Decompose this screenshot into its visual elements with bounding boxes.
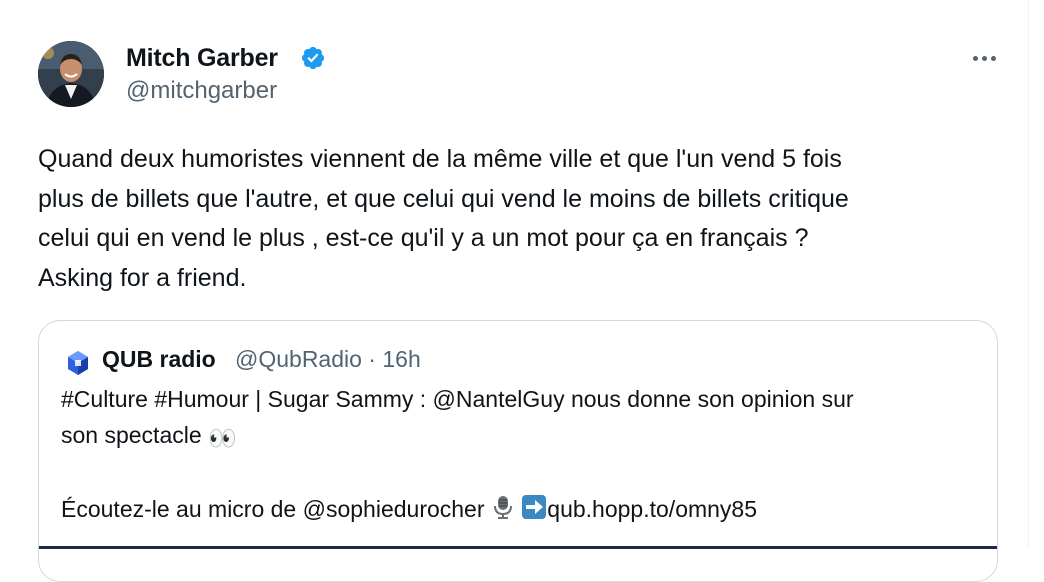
quote-text: #Culture #Humour | Sugar Sammy : @Nantel…: [61, 382, 981, 527]
right-arrow-icon: [522, 494, 547, 519]
author-avatar[interactable]: [38, 41, 104, 107]
qub-logo-icon: [64, 349, 92, 377]
more-dot: [972, 55, 978, 61]
quote-line-2: son spectacle: [61, 421, 209, 448]
more-dot: [990, 55, 996, 61]
verified-badge-icon: [301, 46, 325, 70]
eyes-emoji: 👀: [208, 424, 237, 451]
quote-handle-time[interactable]: @QubRadio · 16h: [235, 346, 421, 373]
more-dot: [981, 55, 987, 61]
quote-link[interactable]: qub.hopp.to/omny85: [547, 496, 757, 522]
tweet-card: Mitch Garber @mitchgarber Quand deux hum…: [0, 0, 1029, 582]
quote-line-1: #Culture #Humour | Sugar Sammy : @Nantel…: [61, 386, 854, 412]
tweet-text: Quand deux humoristes viennent de la mêm…: [38, 145, 849, 292]
microphone-icon: [493, 495, 512, 519]
quoted-tweet[interactable]: QUB radio @QubRadio · 16h #Culture #Humo…: [38, 320, 998, 582]
author-handle[interactable]: @mitchgarber: [126, 77, 277, 105]
more-options-icon[interactable]: [966, 48, 1002, 68]
author-name[interactable]: Mitch Garber: [126, 44, 278, 73]
quote-line-4: Écoutez-le au micro de @sophiedurocher: [61, 495, 491, 522]
quote-account-name[interactable]: QUB radio: [102, 346, 216, 373]
